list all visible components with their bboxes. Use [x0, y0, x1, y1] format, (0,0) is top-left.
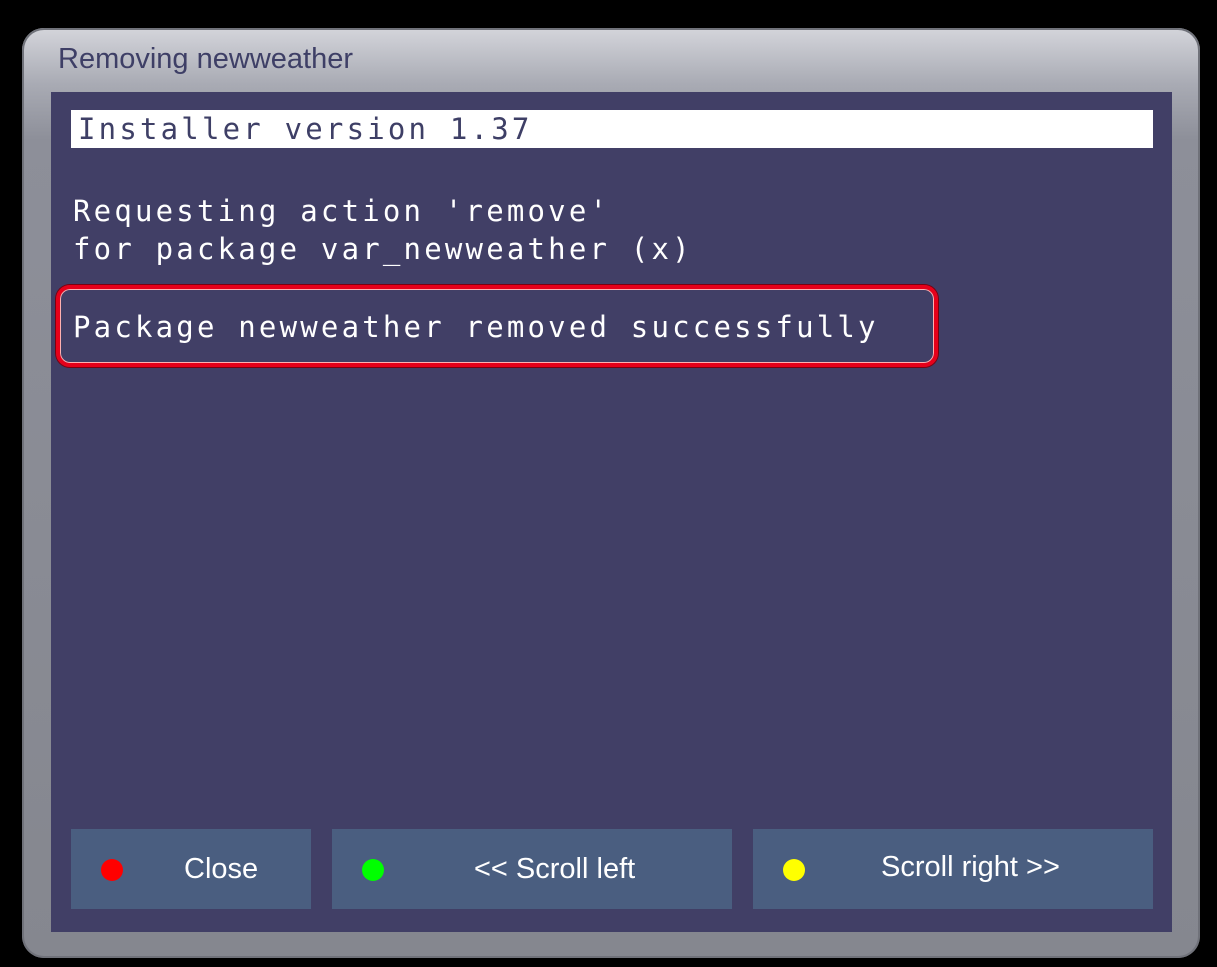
- red-dot-icon: [101, 859, 123, 881]
- log-line: Requesting action 'remove': [73, 194, 611, 228]
- scroll-right-button[interactable]: Scroll right >>: [753, 829, 1153, 909]
- yellow-dot-icon: [783, 859, 805, 881]
- version-text: Installer version 1.37: [78, 112, 533, 146]
- close-button-label: Close: [184, 853, 259, 885]
- window-title: Removing newweather: [58, 43, 353, 75]
- installer-window: Removing newweather Installer version 1.…: [22, 28, 1200, 958]
- version-bar: Installer version 1.37: [71, 110, 1153, 148]
- green-dot-icon: [362, 859, 384, 881]
- success-message: Package newweather removed successfully: [73, 310, 879, 344]
- scroll-left-button[interactable]: << Scroll left: [332, 829, 732, 909]
- log-line: for package var_newweather (x): [73, 232, 693, 266]
- scroll-right-button-label: Scroll right >>: [881, 851, 1060, 883]
- close-button[interactable]: Close: [71, 829, 311, 909]
- scroll-left-button-label: << Scroll left: [474, 853, 636, 885]
- log-panel: Installer version 1.37 Requesting action…: [51, 92, 1172, 932]
